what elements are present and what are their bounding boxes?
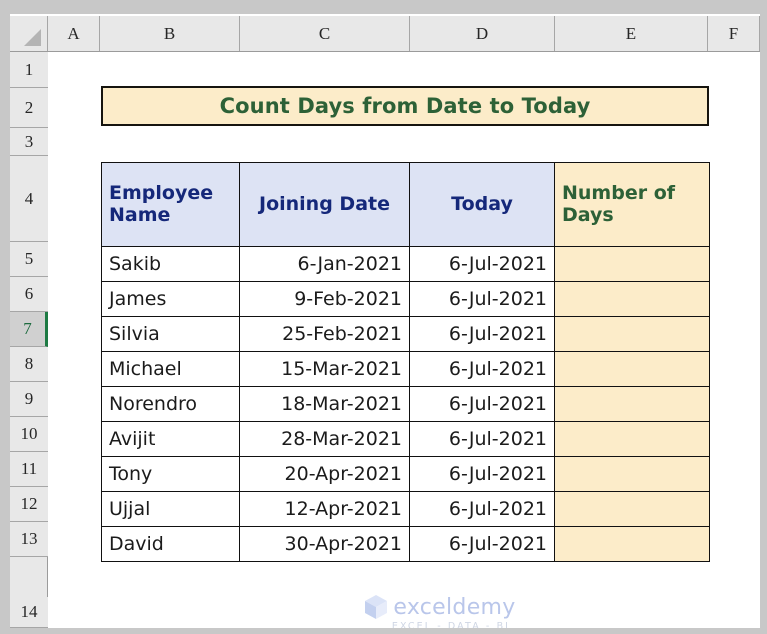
cell-employee-name[interactable]: James <box>101 281 240 317</box>
column-header-e[interactable]: E <box>555 16 708 51</box>
cube-logo-icon <box>364 594 388 620</box>
cell-joining-date[interactable]: 9-Feb-2021 <box>239 281 410 317</box>
cell-employee-name[interactable]: Sakib <box>101 246 240 282</box>
row-header-6[interactable]: 6 <box>10 277 48 312</box>
cell-employee-name[interactable]: Tony <box>101 456 240 492</box>
cell-employee-name[interactable]: Michael <box>101 351 240 387</box>
table-row: Ujjal 12-Apr-2021 6-Jul-2021 <box>101 491 710 527</box>
cell-employee-name[interactable]: Silvia <box>101 316 240 352</box>
cell-today[interactable]: 6-Jul-2021 <box>409 491 555 527</box>
column-header-employee-name[interactable]: Employee Name <box>101 162 240 247</box>
cell-today[interactable]: 6-Jul-2021 <box>409 456 555 492</box>
cell-number-of-days[interactable] <box>554 456 710 492</box>
cell-joining-date[interactable]: 12-Apr-2021 <box>239 491 410 527</box>
cell-today[interactable]: 6-Jul-2021 <box>409 386 555 422</box>
cell-number-of-days[interactable] <box>554 526 710 562</box>
cell-today[interactable]: 6-Jul-2021 <box>409 246 555 282</box>
cell-today[interactable]: 6-Jul-2021 <box>409 316 555 352</box>
column-header-today[interactable]: Today <box>409 162 555 247</box>
column-header-number-of-days[interactable]: Number of Days <box>554 162 710 247</box>
cell-joining-date[interactable]: 15-Mar-2021 <box>239 351 410 387</box>
row-header-11[interactable]: 11 <box>10 452 48 487</box>
row-header-14[interactable]: 14 <box>10 597 48 628</box>
cell-joining-date[interactable]: 6-Jan-2021 <box>239 246 410 282</box>
table-row: Tony 20-Apr-2021 6-Jul-2021 <box>101 456 710 492</box>
window-chrome-top <box>0 0 767 14</box>
cell-joining-date[interactable]: 18-Mar-2021 <box>239 386 410 422</box>
window-chrome-bottom <box>0 628 767 634</box>
table-row: Sakib 6-Jan-2021 6-Jul-2021 <box>101 246 710 282</box>
table-row: Norendro 18-Mar-2021 6-Jul-2021 <box>101 386 710 422</box>
column-header-joining-date[interactable]: Joining Date <box>239 162 410 247</box>
row-header-1[interactable]: 1 <box>10 52 48 88</box>
table-row: Michael 15-Mar-2021 6-Jul-2021 <box>101 351 710 387</box>
table-body: Sakib 6-Jan-2021 6-Jul-2021 James 9-Feb-2021… <box>101 246 710 562</box>
title-banner-cell[interactable]: Count Days from Date to Today <box>101 86 709 126</box>
table-row: Avijit 28-Mar-2021 6-Jul-2021 <box>101 421 710 457</box>
cell-employee-name[interactable]: Norendro <box>101 386 240 422</box>
column-header-a[interactable]: A <box>48 16 100 51</box>
watermark-tagline: EXCEL - DATA - BI <box>391 621 511 628</box>
row-header-2[interactable]: 2 <box>10 88 48 128</box>
row-header-bar: 1 2 3 4 5 6 7 8 9 10 11 12 13 14 <box>10 52 48 628</box>
cell-employee-name[interactable]: Ujjal <box>101 491 240 527</box>
row-header-4[interactable]: 4 <box>10 156 48 242</box>
watermark: exceldemy EXCEL - DATA - BI <box>345 594 535 628</box>
row-header-9[interactable]: 9 <box>10 382 48 417</box>
cell-number-of-days[interactable] <box>554 491 710 527</box>
column-header-bar: ABCDEF <box>10 16 760 52</box>
row-header-10[interactable]: 10 <box>10 417 48 452</box>
row-header-12[interactable]: 12 <box>10 487 48 522</box>
spreadsheet-window: ABCDEF 1 2 3 4 5 6 7 8 9 10 11 12 13 14 Count Days fr… <box>0 0 767 634</box>
window-chrome-left <box>0 14 10 634</box>
row-header-7[interactable]: 7 <box>10 312 48 347</box>
table-row: Silvia 25-Feb-2021 6-Jul-2021 <box>101 316 710 352</box>
cell-number-of-days[interactable] <box>554 246 710 282</box>
watermark-brand-row: exceldemy <box>364 594 515 620</box>
cell-number-of-days[interactable] <box>554 316 710 352</box>
cell-today[interactable]: 6-Jul-2021 <box>409 421 555 457</box>
cell-employee-name[interactable]: David <box>101 526 240 562</box>
watermark-brand: exceldemy <box>393 594 516 620</box>
cell-number-of-days[interactable] <box>554 421 710 457</box>
column-header-f[interactable]: F <box>708 16 760 51</box>
table-row: James 9-Feb-2021 6-Jul-2021 <box>101 281 710 317</box>
row-header-8[interactable]: 8 <box>10 347 48 382</box>
table-head: Employee Name Joining Date Today Number … <box>101 162 710 247</box>
cell-today[interactable]: 6-Jul-2021 <box>409 526 555 562</box>
page-title: Count Days from Date to Today <box>219 94 591 118</box>
row-header-3[interactable]: 3 <box>10 128 48 156</box>
window-chrome-right <box>760 14 767 634</box>
cell-today[interactable]: 6-Jul-2021 <box>409 281 555 317</box>
cell-number-of-days[interactable] <box>554 351 710 387</box>
column-header-b[interactable]: B <box>100 16 240 51</box>
cell-employee-name[interactable]: Avijit <box>101 421 240 457</box>
cell-joining-date[interactable]: 28-Mar-2021 <box>239 421 410 457</box>
cell-number-of-days[interactable] <box>554 281 710 317</box>
cell-joining-date[interactable]: 25-Feb-2021 <box>239 316 410 352</box>
cell-today[interactable]: 6-Jul-2021 <box>409 351 555 387</box>
worksheet-canvas[interactable]: Count Days from Date to Today Employee N… <box>49 52 760 628</box>
row-header-13[interactable]: 13 <box>10 522 48 557</box>
column-header-d[interactable]: D <box>410 16 555 51</box>
data-table: Employee Name Joining Date Today Number … <box>101 162 710 562</box>
table-row: David 30-Apr-2021 6-Jul-2021 <box>101 526 710 562</box>
select-all-button[interactable] <box>10 16 48 51</box>
cell-number-of-days[interactable] <box>554 386 710 422</box>
column-header-c[interactable]: C <box>240 16 410 51</box>
cell-joining-date[interactable]: 30-Apr-2021 <box>239 526 410 562</box>
select-all-triangle-icon <box>24 29 41 46</box>
cell-joining-date[interactable]: 20-Apr-2021 <box>239 456 410 492</box>
table-header-row: Employee Name Joining Date Today Number … <box>101 162 710 247</box>
row-header-5[interactable]: 5 <box>10 242 48 277</box>
